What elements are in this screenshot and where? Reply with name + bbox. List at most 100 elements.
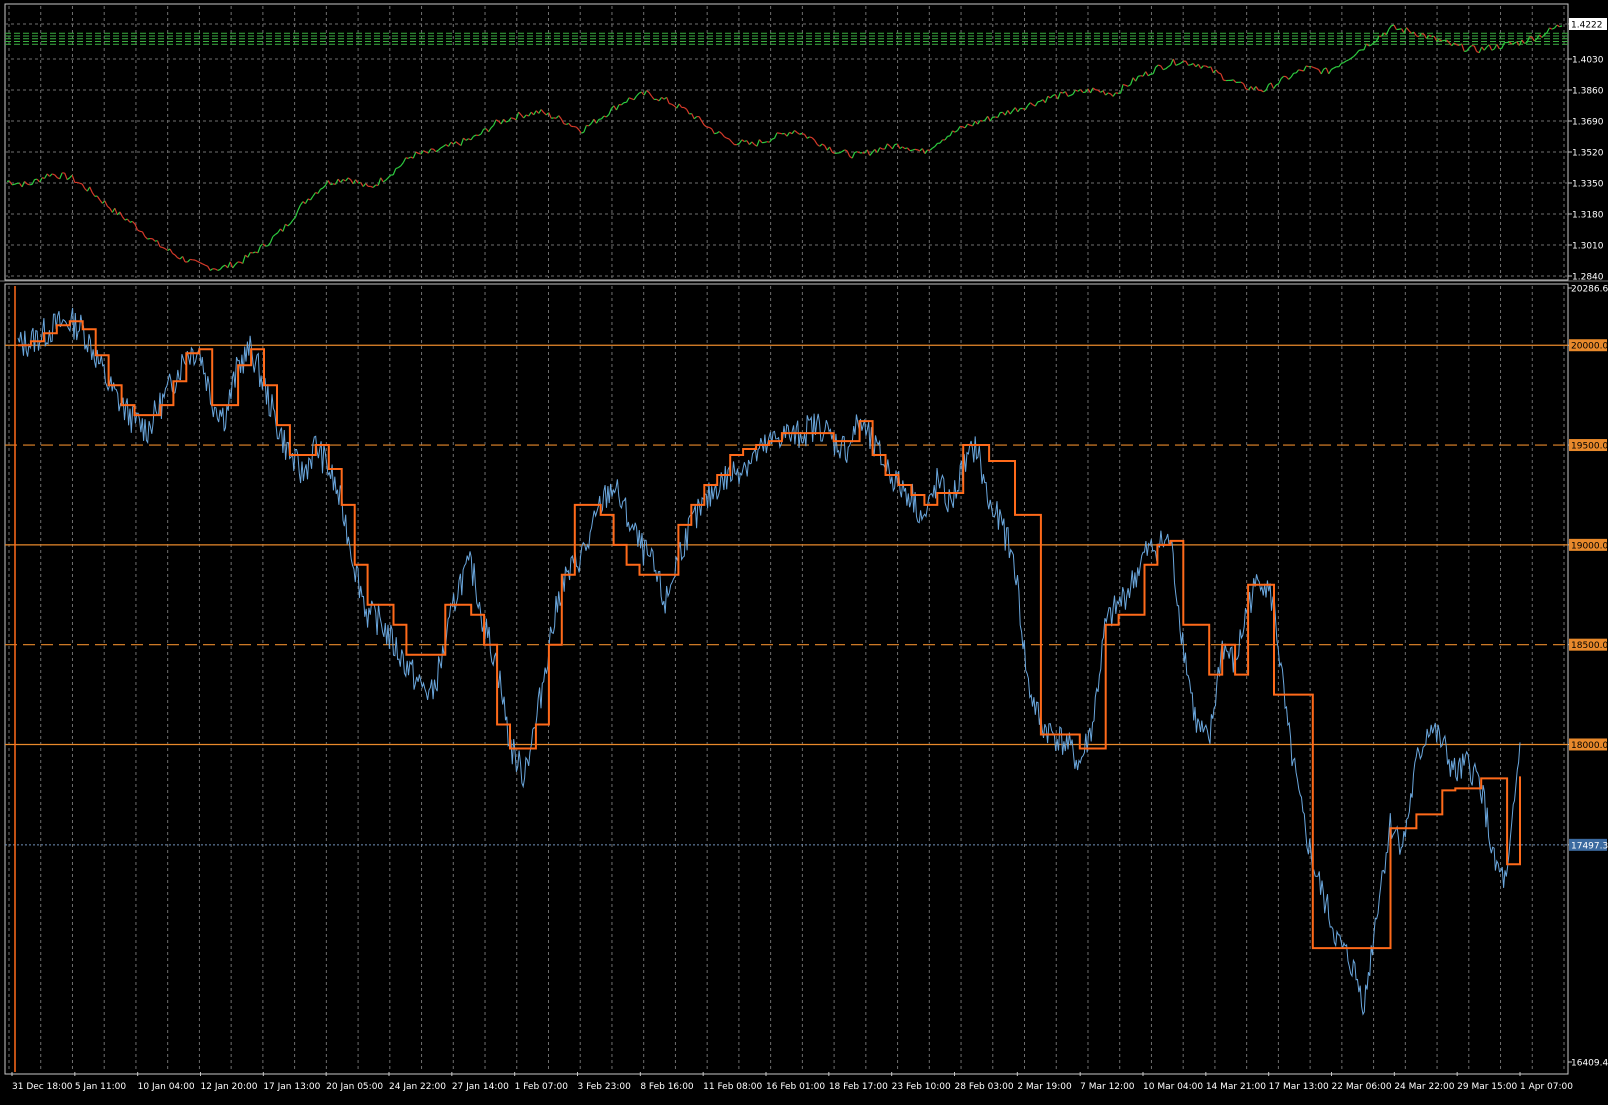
price-segment	[312, 192, 316, 197]
y-tick-label-top: 1.3690	[1572, 118, 1604, 128]
price-segment	[1260, 89, 1264, 93]
price-segment	[786, 131, 791, 137]
price-segment	[1446, 39, 1450, 43]
price-segment	[628, 97, 632, 100]
level-tag: 18000.0	[1571, 741, 1608, 751]
price-segment	[764, 141, 768, 144]
level-tag: 18500.0	[1571, 641, 1608, 651]
price-segment	[608, 108, 612, 115]
price-segment	[282, 224, 286, 232]
price-segment	[478, 133, 482, 136]
price-segment	[1355, 50, 1360, 55]
x-tick-label: 5 Jan 11:00	[75, 1082, 127, 1092]
price-segment	[1215, 69, 1219, 74]
price-segment	[54, 174, 58, 178]
price-segment	[470, 135, 474, 141]
price-segment	[465, 138, 469, 141]
price-segment	[423, 150, 427, 153]
price-segment	[666, 97, 670, 104]
price-segment	[370, 185, 374, 188]
price-segment	[711, 128, 715, 134]
price-segment	[693, 116, 698, 120]
price-segment	[488, 127, 492, 133]
price-segment	[460, 137, 465, 146]
price-segment	[44, 173, 48, 179]
price-segment	[902, 146, 906, 150]
price-segment	[1075, 89, 1079, 92]
price-segment	[683, 107, 688, 110]
price-segment	[1350, 55, 1355, 59]
price-segment	[929, 147, 933, 151]
price-segment	[197, 260, 201, 264]
price-segment	[1496, 43, 1500, 50]
price-segment	[182, 256, 186, 263]
price-segment	[1306, 65, 1309, 68]
price-segment	[345, 177, 349, 182]
x-tick-label: 27 Jan 14:00	[452, 1082, 509, 1092]
price-segment	[1285, 76, 1290, 80]
price-segment	[884, 143, 888, 150]
price-segment	[1483, 46, 1488, 51]
price-segment	[1167, 64, 1172, 68]
price-segment	[1175, 63, 1179, 66]
price-segment	[1197, 63, 1202, 69]
price-segment	[1200, 65, 1204, 69]
price-segment	[1034, 101, 1039, 107]
price-segment	[876, 147, 881, 153]
price-segment	[227, 261, 231, 269]
price-segment	[51, 173, 55, 176]
price-segment	[794, 129, 798, 133]
price-segment	[523, 114, 527, 119]
price-segment	[1491, 48, 1495, 51]
price-segment	[796, 131, 800, 135]
price-segment	[1004, 110, 1009, 116]
price-segment	[1478, 46, 1483, 53]
price-segment	[806, 136, 810, 139]
price-segment	[566, 122, 570, 125]
price-segment	[575, 126, 580, 131]
price-segment	[1072, 89, 1076, 95]
price-segment	[432, 148, 437, 153]
price-segment	[342, 178, 346, 182]
price-segment	[846, 150, 851, 157]
price-segment	[380, 177, 384, 183]
x-tick-label: 20 Jan 05:00	[326, 1082, 383, 1092]
price-segment	[1032, 104, 1036, 107]
price-segment	[1027, 102, 1031, 106]
level-tag: 20000.0	[1571, 342, 1608, 352]
price-segment	[1310, 65, 1314, 69]
price-segment	[287, 223, 291, 227]
price-segment	[1295, 69, 1300, 74]
price-segment	[972, 120, 976, 127]
price-segment	[177, 257, 181, 260]
price-segment	[144, 236, 148, 240]
price-segment	[277, 228, 281, 233]
price-segment	[510, 117, 514, 120]
price-segment	[126, 218, 131, 223]
x-tick-label: 28 Feb 03:00	[955, 1082, 1014, 1092]
price-segment	[309, 195, 314, 201]
price-segment	[1456, 44, 1460, 46]
price-segment	[869, 152, 873, 156]
x-tick-label: 10 Mar 04:00	[1143, 1082, 1203, 1092]
price-segment	[723, 136, 728, 139]
price-segment	[791, 130, 796, 135]
price-segment	[473, 134, 477, 137]
price-segment	[435, 149, 439, 153]
x-tick-label: 12 Jan 20:00	[201, 1082, 258, 1092]
y-tick-label-top: 1.3860	[1572, 87, 1604, 97]
price-segment	[247, 252, 251, 258]
price-segment	[1534, 38, 1538, 42]
price-segment	[756, 139, 760, 147]
price-segment	[1188, 64, 1191, 66]
price-segment	[1363, 43, 1367, 51]
price-segment	[350, 179, 354, 185]
price-segment	[583, 125, 587, 133]
price-segment	[152, 238, 156, 242]
price-segment	[1158, 64, 1161, 67]
price-segment	[1413, 31, 1418, 37]
y-tick-label-bottom: 16409.46	[1571, 1059, 1608, 1069]
price-segment	[548, 112, 552, 119]
price-segment	[676, 103, 680, 109]
price-segment	[104, 200, 108, 207]
